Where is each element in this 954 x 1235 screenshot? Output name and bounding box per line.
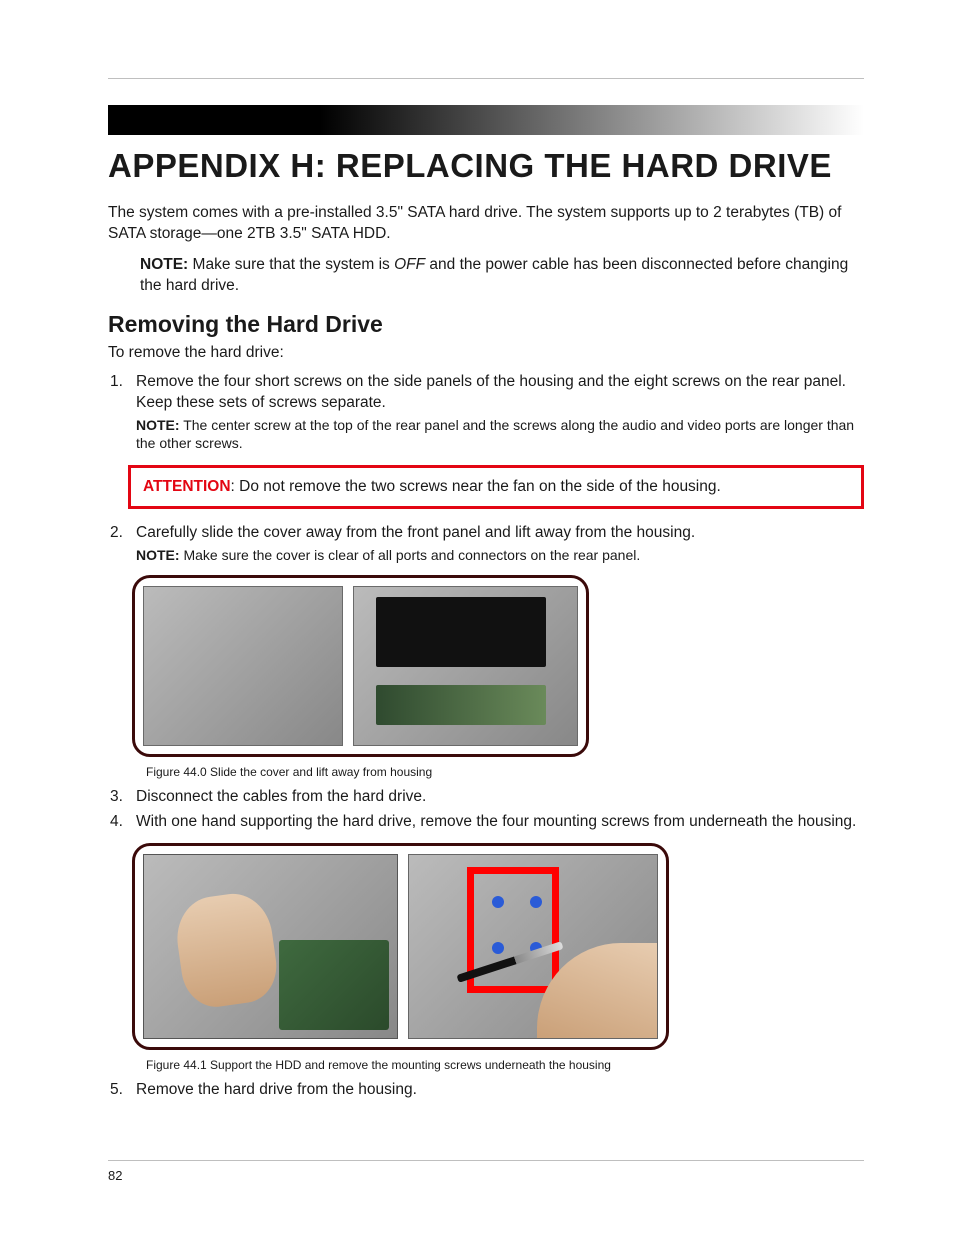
step-4: 4. With one hand supporting the hard dri… <box>108 812 864 833</box>
note-text: Make sure the cover is clear of all port… <box>180 547 641 563</box>
steps-list-cont: 2. Carefully slide the cover away from t… <box>108 523 864 565</box>
figure-photo-remove-screws <box>408 854 658 1039</box>
step-text: Disconnect the cables from the hard driv… <box>136 787 864 808</box>
page-number: 82 <box>108 1168 122 1183</box>
step-number: 1. <box>108 372 136 454</box>
header-gradient-bar <box>108 105 864 135</box>
page-title: APPENDIX H: REPLACING THE HARD DRIVE <box>108 147 864 185</box>
figure-44-0 <box>132 575 589 757</box>
note-text: The center screw at the top of the rear … <box>136 417 854 452</box>
step-text: Remove the four short screws on the side… <box>136 373 846 411</box>
bottom-rule <box>108 1160 864 1161</box>
steps-list: 1. Remove the four short screws on the s… <box>108 372 864 454</box>
figure-photo-cover-lift <box>353 586 578 746</box>
note-text-before: Make sure that the system is <box>193 256 395 273</box>
step-text: With one hand supporting the hard drive,… <box>136 812 864 833</box>
attention-text: : Do not remove the two screws near the … <box>231 478 721 495</box>
intro-paragraph: The system comes with a pre-installed 3.… <box>108 203 864 245</box>
step-1: 1. Remove the four short screws on the s… <box>108 372 864 454</box>
note-label: NOTE: <box>140 256 188 273</box>
figure-photo-support-hdd <box>143 854 398 1039</box>
step-number: 4. <box>108 812 136 833</box>
top-note: NOTE: Make sure that the system is OFF a… <box>140 255 864 297</box>
steps-list-cont3: 5. Remove the hard drive from the housin… <box>108 1080 864 1101</box>
top-rule <box>108 78 864 79</box>
figure-44-1-caption: Figure 44.1 Support the HDD and remove t… <box>146 1058 864 1072</box>
note-label: NOTE: <box>136 547 180 563</box>
step-number: 3. <box>108 787 136 808</box>
steps-list-cont2: 3. Disconnect the cables from the hard d… <box>108 787 864 833</box>
step-text: Carefully slide the cover away from the … <box>136 524 695 541</box>
note-label: NOTE: <box>136 417 180 433</box>
off-word: OFF <box>394 256 425 273</box>
step-text: Remove the hard drive from the housing. <box>136 1080 864 1101</box>
step-5: 5. Remove the hard drive from the housin… <box>108 1080 864 1101</box>
step-2-note: NOTE: Make sure the cover is clear of al… <box>136 546 864 565</box>
attention-label: ATTENTION <box>143 478 231 495</box>
step-number: 2. <box>108 523 136 565</box>
section-lead: To remove the hard drive: <box>108 344 864 362</box>
step-2: 2. Carefully slide the cover away from t… <box>108 523 864 565</box>
step-3: 3. Disconnect the cables from the hard d… <box>108 787 864 808</box>
figure-44-0-caption: Figure 44.0 Slide the cover and lift awa… <box>146 765 864 779</box>
figure-44-1 <box>132 843 669 1050</box>
step-number: 5. <box>108 1080 136 1101</box>
section-heading: Removing the Hard Drive <box>108 311 864 338</box>
step-1-note: NOTE: The center screw at the top of the… <box>136 416 864 454</box>
attention-box: ATTENTION: Do not remove the two screws … <box>128 465 864 509</box>
figure-photo-cover-slide <box>143 586 343 746</box>
